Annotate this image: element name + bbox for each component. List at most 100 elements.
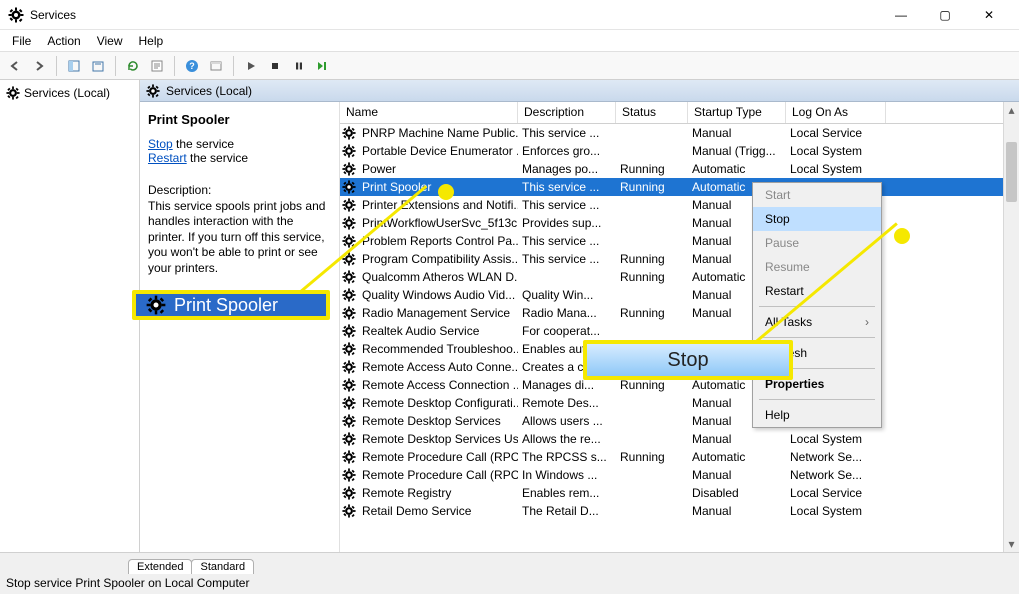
console-button[interactable] <box>205 55 227 77</box>
scroll-thumb[interactable] <box>1006 142 1017 202</box>
restart-service-link[interactable]: Restart <box>148 151 187 165</box>
cell-logon: Local System <box>786 504 886 518</box>
cell-name: Power <box>358 162 518 176</box>
export-button[interactable] <box>87 55 109 77</box>
cell-description: Provides sup... <box>518 216 616 230</box>
menu-separator <box>759 337 875 338</box>
menu-separator <box>759 306 875 307</box>
gear-icon <box>340 162 358 176</box>
table-row[interactable]: Realtek Audio ServiceFor cooperat... <box>340 322 1019 340</box>
gear-icon <box>340 216 358 230</box>
table-row[interactable]: Remote Procedure Call (RPC)The RPCSS s..… <box>340 448 1019 466</box>
back-button[interactable] <box>4 55 26 77</box>
table-row[interactable]: Remote Access Connection ...Manages di..… <box>340 376 1019 394</box>
menu-view[interactable]: View <box>89 32 131 50</box>
table-row[interactable]: Program Compatibility Assis...This servi… <box>340 250 1019 268</box>
stop-service-link[interactable]: Stop <box>148 137 173 151</box>
table-row[interactable]: Remote Desktop Configurati...Remote Des.… <box>340 394 1019 412</box>
context-menu-refresh[interactable]: Refresh <box>753 341 881 365</box>
context-menu-resume: Resume <box>753 255 881 279</box>
menu-action[interactable]: Action <box>39 32 88 50</box>
col-status[interactable]: Status <box>616 102 688 123</box>
table-row[interactable]: PowerManages po...RunningAutomaticLocal … <box>340 160 1019 178</box>
table-row[interactable]: Remote Procedure Call (RPC)...In Windows… <box>340 466 1019 484</box>
detail-action-restart: Restart the service <box>148 151 331 165</box>
cell-startup: Manual <box>688 432 786 446</box>
table-row[interactable]: Quality Windows Audio Vid...Quality Win.… <box>340 286 1019 304</box>
minimize-button[interactable]: — <box>879 0 923 30</box>
context-menu-help[interactable]: Help <box>753 403 881 427</box>
table-row[interactable]: Remote RegistryEnables rem...DisabledLoc… <box>340 484 1019 502</box>
cell-logon: Network Se... <box>786 450 886 464</box>
maximize-button[interactable]: ▢ <box>923 0 967 30</box>
properties-button[interactable] <box>146 55 168 77</box>
context-menu-stop[interactable]: Stop <box>753 207 881 231</box>
gear-icon <box>340 270 358 284</box>
cell-description: The RPCSS s... <box>518 450 616 464</box>
tree-root-services-local[interactable]: Services (Local) <box>0 84 139 102</box>
cell-startup: Disabled <box>688 486 786 500</box>
menu-help[interactable]: Help <box>131 32 172 50</box>
table-row[interactable]: Remote Desktop Services Us...Allows the … <box>340 430 1019 448</box>
col-startup-type[interactable]: Startup Type <box>688 102 786 123</box>
gear-icon <box>340 288 358 302</box>
forward-button[interactable] <box>28 55 50 77</box>
close-button[interactable]: ✕ <box>967 0 1011 30</box>
cell-description: The Retail D... <box>518 504 616 518</box>
scroll-up-icon[interactable]: ▴ <box>1004 102 1019 118</box>
tab-extended[interactable]: Extended <box>128 559 192 574</box>
cell-name: Realtek Audio Service <box>358 324 518 338</box>
context-menu-properties[interactable]: Properties <box>753 372 881 396</box>
panel-header-label: Services (Local) <box>166 84 252 98</box>
titlebar: Services — ▢ ✕ <box>0 0 1019 30</box>
col-name[interactable]: Name <box>340 102 518 123</box>
stop-service-button[interactable] <box>264 55 286 77</box>
cell-startup: Manual <box>688 126 786 140</box>
gear-icon <box>340 234 358 248</box>
cell-description: Manages di... <box>518 378 616 392</box>
scroll-down-icon[interactable]: ▾ <box>1004 536 1019 552</box>
cell-name: Remote Procedure Call (RPC)... <box>358 468 518 482</box>
services-list: Name Description Status Startup Type Log… <box>340 102 1019 552</box>
table-row[interactable]: Printer Extensions and Notifi...This ser… <box>340 196 1019 214</box>
cell-name: Print Spooler <box>358 180 518 194</box>
cell-logon: Local Service <box>786 126 886 140</box>
restart-service-button[interactable] <box>312 55 334 77</box>
cell-name: Qualcomm Atheros WLAN D... <box>358 270 518 284</box>
start-service-button[interactable] <box>240 55 262 77</box>
refresh-button[interactable] <box>122 55 144 77</box>
cell-status: Running <box>616 306 688 320</box>
col-description[interactable]: Description <box>518 102 616 123</box>
cell-logon: Local System <box>786 432 886 446</box>
menu-separator <box>759 399 875 400</box>
table-row[interactable]: Problem Reports Control Pa...This servic… <box>340 232 1019 250</box>
gear-icon <box>340 180 358 194</box>
context-menu-restart[interactable]: Restart <box>753 279 881 303</box>
pause-service-button[interactable] <box>288 55 310 77</box>
table-row[interactable]: Print SpoolerThis service ...RunningAuto… <box>340 178 1019 196</box>
table-row[interactable]: Retail Demo ServiceThe Retail D...Manual… <box>340 502 1019 520</box>
cell-name: Printer Extensions and Notifi... <box>358 198 518 212</box>
cell-status: Running <box>616 180 688 194</box>
cell-description: Allows the re... <box>518 432 616 446</box>
help-button[interactable]: ? <box>181 55 203 77</box>
tab-standard[interactable]: Standard <box>191 559 254 574</box>
menu-file[interactable]: File <box>4 32 39 50</box>
gear-icon <box>340 432 358 446</box>
table-row[interactable]: Qualcomm Atheros WLAN D...RunningAutomat… <box>340 268 1019 286</box>
table-row[interactable]: Remote Access Auto Conne...Creates a co.… <box>340 358 1019 376</box>
table-row[interactable]: Portable Device Enumerator ...Enforces g… <box>340 142 1019 160</box>
cell-description: Radio Mana... <box>518 306 616 320</box>
panel-header: Services (Local) <box>140 80 1019 102</box>
cell-description: This service ... <box>518 198 616 212</box>
vertical-scrollbar[interactable]: ▴ ▾ <box>1003 102 1019 552</box>
table-row[interactable]: PrintWorkflowUserSvc_5f13cProvides sup..… <box>340 214 1019 232</box>
table-row[interactable]: Recommended Troubleshoo...Enables aut... <box>340 340 1019 358</box>
table-row[interactable]: Remote Desktop ServicesAllows users ...M… <box>340 412 1019 430</box>
col-log-on-as[interactable]: Log On As <box>786 102 886 123</box>
context-menu-all-tasks[interactable]: All Tasks <box>753 310 881 334</box>
table-row[interactable]: PNRP Machine Name Public...This service … <box>340 124 1019 142</box>
show-hide-button[interactable] <box>63 55 85 77</box>
cell-name: Quality Windows Audio Vid... <box>358 288 518 302</box>
table-row[interactable]: Radio Management ServiceRadio Mana...Run… <box>340 304 1019 322</box>
